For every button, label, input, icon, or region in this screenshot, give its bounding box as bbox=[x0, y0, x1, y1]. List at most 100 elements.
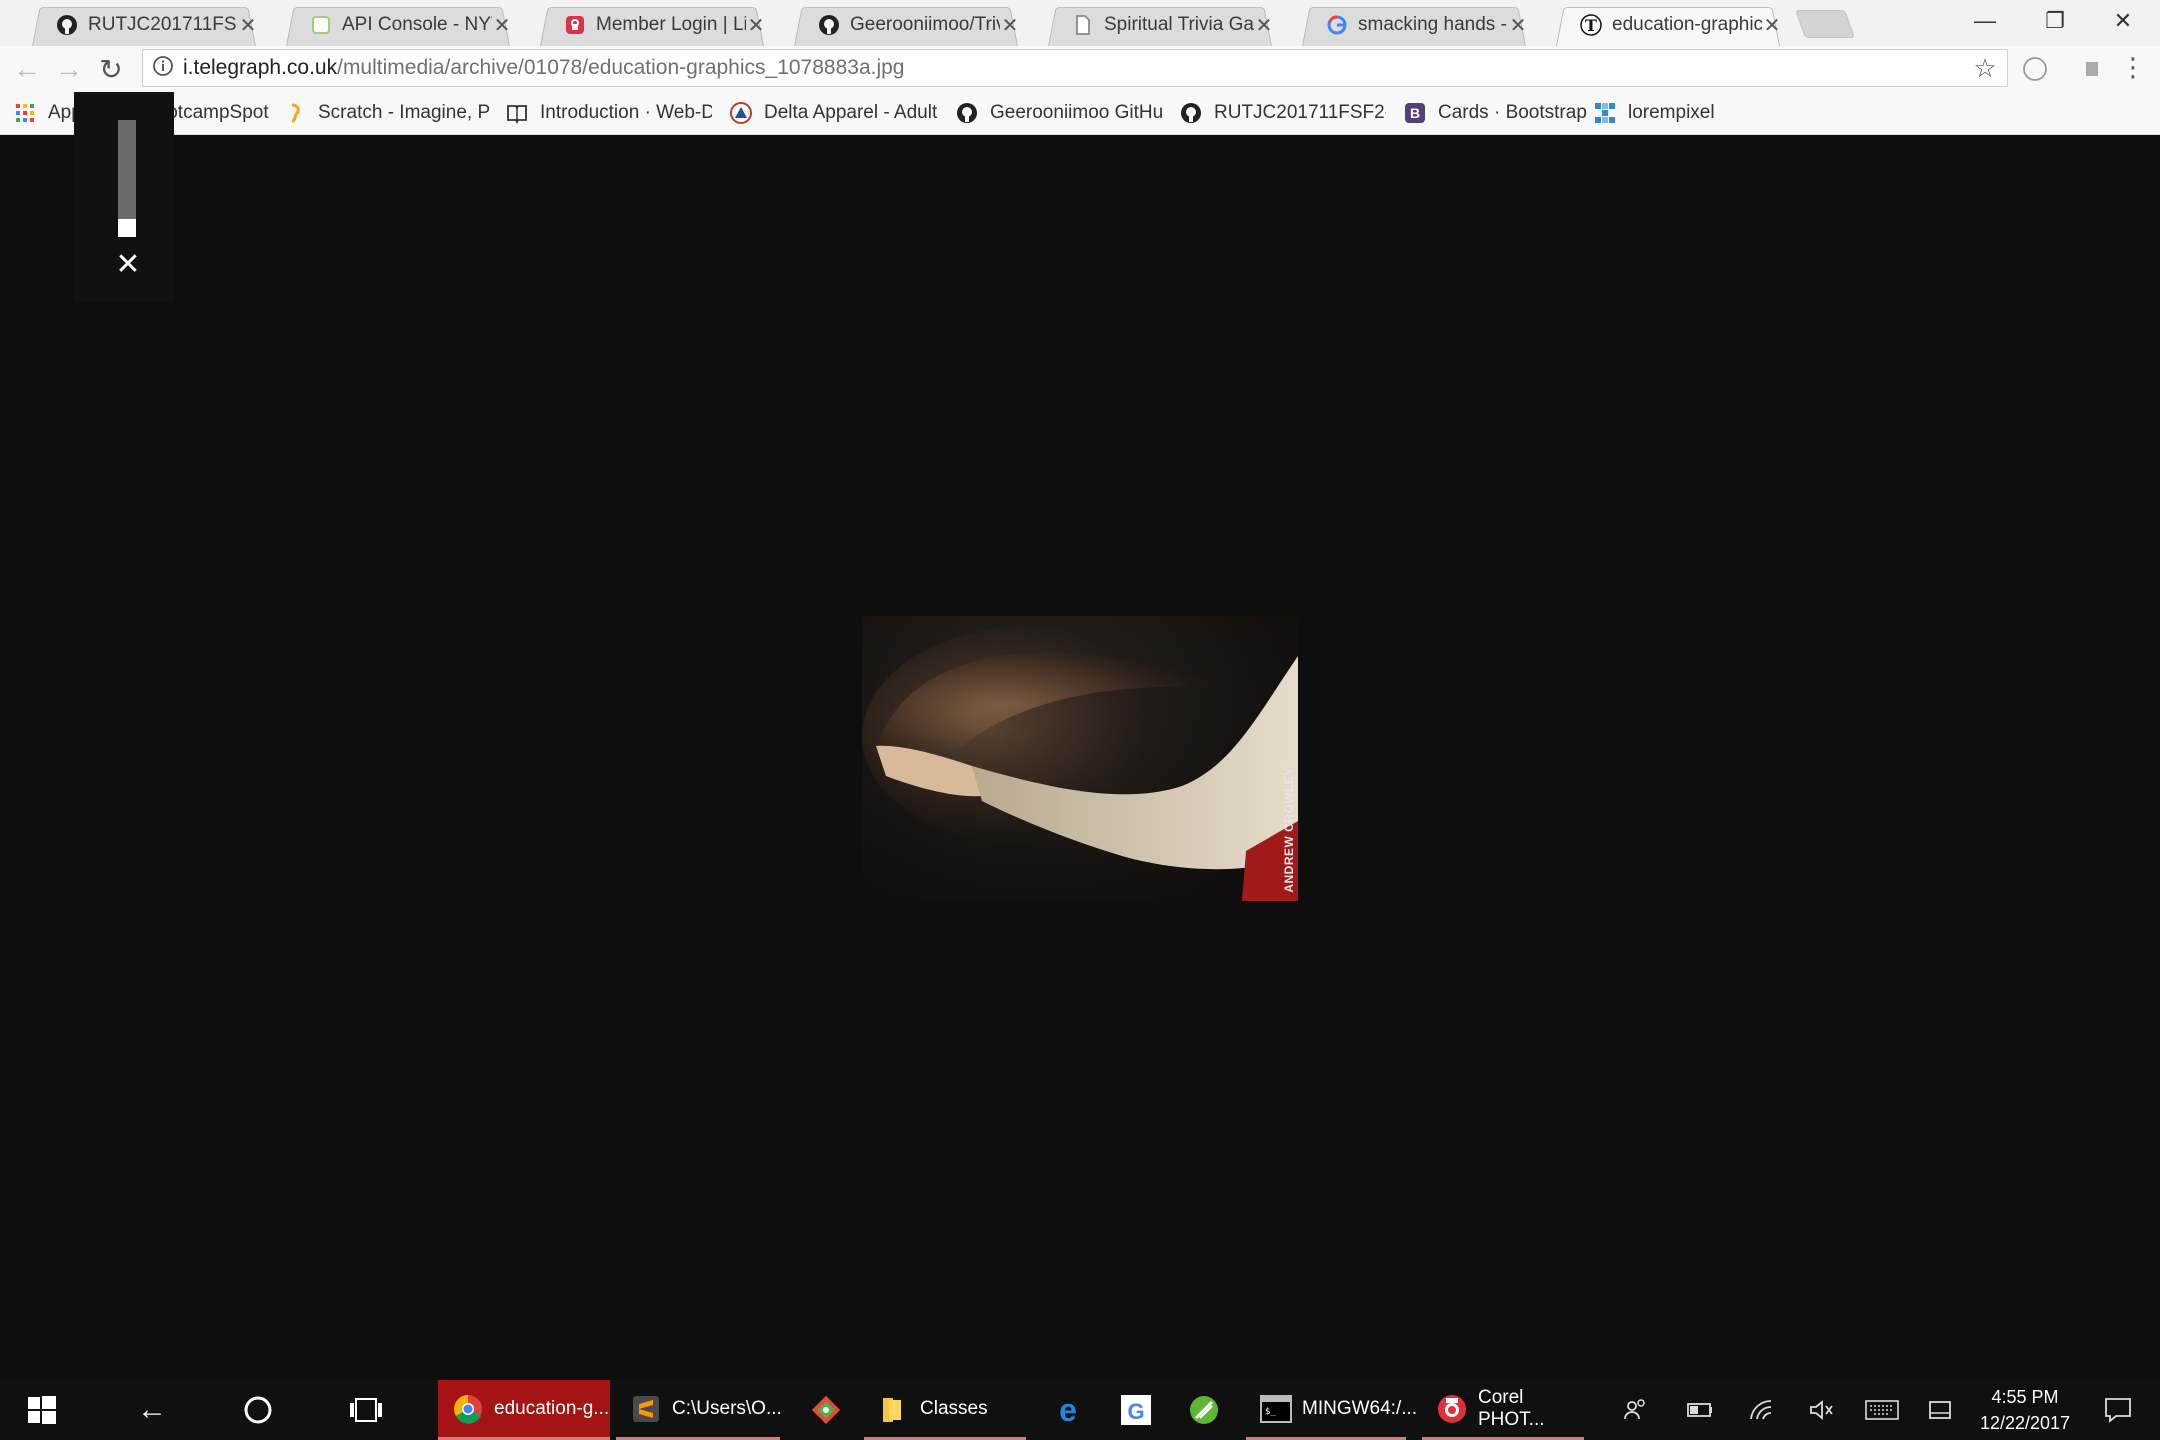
battery-icon[interactable] bbox=[1682, 1380, 1718, 1440]
apps-grid-icon bbox=[14, 102, 36, 124]
keyboard-icon[interactable] bbox=[1862, 1380, 1902, 1440]
task-view-icon[interactable] bbox=[342, 1380, 390, 1440]
taskbar-app-explorer[interactable]: Classes bbox=[864, 1380, 1026, 1440]
bookmark-label: Cards · Bootstrap bbox=[1438, 102, 1587, 123]
info-icon[interactable] bbox=[143, 55, 183, 82]
bookmark-label: Scratch - Imagine, Pr bbox=[318, 102, 490, 123]
taskbar-app-sublime[interactable]: C:\Users\O... bbox=[616, 1380, 782, 1440]
svg-text:$_: $_ bbox=[1265, 1407, 1276, 1417]
book-icon bbox=[506, 102, 528, 124]
lock-icon bbox=[564, 14, 586, 36]
github-icon bbox=[956, 102, 978, 124]
zoom-slider-track[interactable] bbox=[118, 120, 136, 230]
people-icon[interactable] bbox=[1618, 1380, 1654, 1440]
reload-button[interactable]: ↻ bbox=[94, 52, 128, 86]
bookmark-label: Introduction · Web-D bbox=[540, 102, 712, 123]
menu-icon[interactable]: ⋮ bbox=[2120, 52, 2146, 86]
url-host: i.telegraph.co.uk bbox=[183, 56, 338, 79]
url-path: /multimedia/archive/01078/education-grap… bbox=[337, 56, 905, 79]
greenshot-icon bbox=[1188, 1394, 1220, 1426]
extension-icon[interactable] bbox=[2078, 56, 2104, 82]
chrome-icon bbox=[452, 1393, 484, 1425]
back-button[interactable]: ← bbox=[10, 52, 44, 86]
taskbar-app-mingw[interactable]: $_ MINGW64:/... bbox=[1246, 1380, 1417, 1440]
clock-time: 4:55 PM bbox=[1991, 1387, 2059, 1407]
extension-icon[interactable] bbox=[2022, 56, 2048, 82]
taskbar-app-edge[interactable]: e bbox=[1038, 1380, 1098, 1440]
taskbar-app-label: Classes bbox=[920, 1397, 988, 1419]
taskbar-app-corel[interactable]: Corel PHOT... bbox=[1422, 1380, 1584, 1440]
tab-spiritual-trivia[interactable]: Spiritual Trivia Game ✕ bbox=[1036, 4, 1284, 46]
google-icon: G bbox=[1120, 1394, 1152, 1426]
notifications-icon[interactable] bbox=[2096, 1380, 2140, 1440]
taskbar-app-label: C:\Users\O... bbox=[672, 1397, 782, 1419]
photo-image: ANDREW CROWLEY bbox=[862, 616, 1298, 901]
tab-google-search[interactable]: smacking hands - Go ✕ bbox=[1290, 4, 1538, 46]
terminal-icon: $_ bbox=[1260, 1393, 1292, 1425]
bookmark-scratch[interactable]: Scratch - Imagine, Pr bbox=[284, 92, 490, 134]
tab-close-icon[interactable]: ✕ bbox=[1508, 13, 1528, 38]
corel-icon bbox=[1436, 1393, 1468, 1425]
tab-education-graphics[interactable]: T education-graphics_ ✕ bbox=[1544, 4, 1792, 46]
address-bar[interactable]: i.telegraph.co.uk/multimedia/archive/010… bbox=[142, 49, 2008, 87]
browser-toolbar: ← → ↻ i.telegraph.co.uk/multimedia/archi… bbox=[0, 46, 2160, 92]
edge-icon: e bbox=[1052, 1394, 1084, 1426]
tab-close-icon[interactable]: ✕ bbox=[1254, 13, 1274, 38]
taskbar-app-greenshot[interactable] bbox=[1174, 1380, 1234, 1440]
windows-logo-icon bbox=[28, 1396, 56, 1424]
url-text: i.telegraph.co.uk/multimedia/archive/010… bbox=[183, 56, 1963, 80]
bookmark-label: Geerooniimoo GitHu bbox=[990, 102, 1162, 123]
bookmark-label: RUTJC201711FSF2-Cl bbox=[1214, 102, 1386, 123]
bookmark-star-icon[interactable]: ☆ bbox=[1963, 53, 2007, 84]
tab-title: Member Login | Life bbox=[596, 14, 746, 35]
zoom-slider-handle[interactable] bbox=[118, 219, 136, 237]
back-arrow-icon[interactable]: ← bbox=[128, 1380, 176, 1440]
bookmark-lorempixel[interactable]: lorempixel bbox=[1594, 92, 1754, 134]
bookmarks-bar: Apps BootcampSpot Scratch - Imagine, Pr … bbox=[0, 92, 2160, 135]
bookmark-geerooniimoo-github[interactable]: Geerooniimoo GitHu bbox=[956, 92, 1162, 134]
minimize-button[interactable]: — bbox=[1950, 0, 2020, 42]
taskbar-app-chrome[interactable]: education-g... bbox=[438, 1380, 610, 1440]
tab-member-login[interactable]: Member Login | Life ✕ bbox=[528, 4, 776, 46]
tab-github-rutjc[interactable]: RUTJC201711FSF2-C ✕ bbox=[20, 4, 268, 46]
tab-github-trivia[interactable]: Geerooniimoo/Trivia ✕ bbox=[782, 4, 1030, 46]
bookmark-bootstrap-cards[interactable]: B Cards · Bootstrap bbox=[1404, 92, 1590, 134]
restore-button[interactable]: ❐ bbox=[2020, 0, 2090, 42]
bookmark-introduction[interactable]: Introduction · Web-D bbox=[506, 92, 712, 134]
forward-button[interactable]: → bbox=[52, 52, 86, 86]
tab-title: RUTJC201711FSF2-C bbox=[88, 14, 238, 35]
close-window-button[interactable]: ✕ bbox=[2088, 0, 2158, 42]
tab-close-icon[interactable]: ✕ bbox=[746, 13, 766, 38]
git-icon bbox=[810, 1394, 842, 1426]
system-clock[interactable]: 4:55 PM 12/22/2017 bbox=[1960, 1380, 2090, 1440]
github-icon bbox=[56, 14, 78, 36]
new-tab-button[interactable] bbox=[1794, 10, 1856, 38]
tab-close-icon[interactable]: ✕ bbox=[238, 13, 258, 38]
taskbar-app-label: MINGW64:/... bbox=[1302, 1397, 1418, 1419]
tab-close-icon[interactable]: ✕ bbox=[1762, 13, 1782, 38]
bookmark-delta-apparel[interactable]: Delta Apparel - Adult bbox=[730, 92, 940, 134]
tab-strip: RUTJC201711FSF2-C ✕ API Console - NYT D … bbox=[0, 0, 2160, 46]
telegraph-icon: T bbox=[1580, 14, 1602, 36]
tab-close-icon[interactable]: ✕ bbox=[492, 13, 512, 38]
smacking-hand-photo bbox=[862, 626, 1298, 901]
tab-title: Spiritual Trivia Game bbox=[1104, 14, 1254, 35]
wifi-icon[interactable] bbox=[1744, 1380, 1780, 1440]
tab-api-console[interactable]: API Console - NYT D ✕ bbox=[274, 4, 522, 46]
svg-text:B: B bbox=[1410, 105, 1420, 121]
document-icon bbox=[1072, 14, 1094, 36]
bookmark-rutjc[interactable]: RUTJC201711FSF2-Cl bbox=[1180, 92, 1386, 134]
svg-text:G: G bbox=[1127, 1399, 1144, 1424]
tablet-mode-icon[interactable] bbox=[1922, 1380, 1958, 1440]
viewer-close-button[interactable]: ✕ bbox=[108, 244, 148, 284]
volume-muted-icon[interactable] bbox=[1804, 1380, 1840, 1440]
taskbar-app-label: Corel PHOT... bbox=[1478, 1386, 1545, 1430]
github-icon bbox=[1180, 102, 1202, 124]
taskbar-app-git[interactable] bbox=[796, 1380, 856, 1440]
start-button[interactable] bbox=[18, 1380, 66, 1440]
cortana-icon[interactable] bbox=[234, 1380, 282, 1440]
taskbar-app-google[interactable]: G bbox=[1106, 1380, 1166, 1440]
folder-icon bbox=[878, 1393, 910, 1425]
tab-close-icon[interactable]: ✕ bbox=[1000, 13, 1020, 38]
svg-text:T: T bbox=[1585, 16, 1597, 35]
